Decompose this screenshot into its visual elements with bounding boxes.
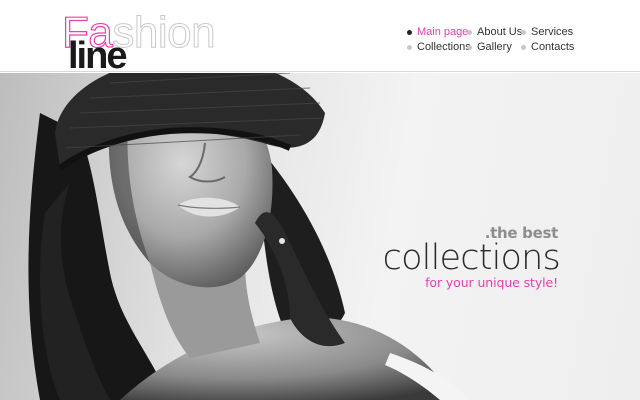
bullet-icon	[521, 44, 526, 50]
tagline-big: collections	[382, 238, 561, 278]
bullet-icon	[407, 44, 412, 50]
site-header: Fashion line Main page About Us Services…	[0, 0, 640, 76]
nav-item-label: Main page	[417, 26, 469, 38]
nav-item-main-page[interactable]: Main page	[407, 25, 468, 39]
site-logo[interactable]: Fashion line	[61, 7, 252, 76]
nav-item-label: Services	[531, 26, 574, 38]
nav-item-label: Gallery	[477, 41, 512, 53]
logo-rest-letters: shion	[112, 8, 216, 58]
nav-item-contacts[interactable]: Contacts	[521, 40, 574, 54]
main-nav: Main page About Us Services Collections …	[407, 22, 637, 58]
bullet-icon	[407, 29, 412, 35]
hero-tagline: .the best collections for your unique st…	[382, 225, 561, 291]
nav-item-label: Contacts	[531, 41, 575, 53]
hero-banner: .the best collections for your unique st…	[0, 73, 640, 400]
bullet-icon	[521, 29, 526, 35]
bullet-icon	[467, 29, 472, 35]
logo-line-word: line	[68, 35, 127, 77]
nav-item-label: Collections	[417, 41, 471, 53]
nav-item-gallery[interactable]: Gallery	[467, 40, 512, 54]
nav-item-label: About Us	[477, 26, 523, 38]
bullet-icon	[467, 44, 472, 50]
nav-item-services[interactable]: Services	[521, 25, 573, 39]
nav-item-collections[interactable]: Collections	[407, 40, 471, 54]
nav-item-about-us[interactable]: About Us	[467, 25, 522, 39]
